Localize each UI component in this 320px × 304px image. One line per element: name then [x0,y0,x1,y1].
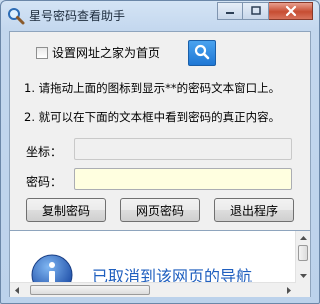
password-field[interactable] [74,168,292,190]
homepage-option[interactable]: 设置网址之家为首页 [36,44,160,61]
vertical-scrollbar[interactable] [295,231,310,283]
magnifier-icon [7,7,25,25]
vertical-scroll-thumb[interactable] [298,245,308,261]
embedded-browser[interactable]: 已取消到该网页的导航 [10,230,310,297]
maximize-icon [250,6,261,15]
finder-drag-handle[interactable] [188,40,216,66]
exit-button[interactable]: 退出程序 [214,198,294,222]
coordinate-label: 坐标： [26,145,63,159]
scrollbar-corner [296,283,310,297]
caption-buttons [217,2,313,20]
password-label: 密码： [26,175,63,189]
window-title: 星号密码查看助手 [29,9,126,23]
minimize-icon [226,12,234,14]
web-password-button[interactable]: 网页密码 [120,198,200,222]
horizontal-scroll-thumb[interactable] [30,285,150,295]
scroll-down-icon[interactable] [296,269,310,283]
scroll-up-icon[interactable] [296,231,310,245]
title-bar[interactable]: 星号密码查看助手 [1,1,319,31]
search-icon [193,43,211,64]
maximize-button[interactable] [243,2,269,20]
close-icon [285,5,296,17]
instruction-step-2: 2. 就可以在下面的文本框中看到密码的真正内容。 [24,110,281,124]
app-window: 星号密码查看助手 设置网址之家为首页 1. 请拖动上面的图标到显示**的密码文本… [0,0,320,304]
copy-password-button[interactable]: 复制密码 [26,198,106,222]
homepage-checkbox[interactable] [36,46,48,59]
close-button[interactable] [269,2,313,20]
coordinate-field[interactable] [74,138,292,160]
scroll-left-icon[interactable] [10,283,24,297]
client-area: 设置网址之家为首页 1. 请拖动上面的图标到显示**的密码文本窗口上。 2. 就… [9,31,311,297]
instruction-step-1: 1. 请拖动上面的图标到显示**的密码文本窗口上。 [24,81,281,95]
homepage-checkbox-label[interactable]: 设置网址之家为首页 [52,44,160,61]
minimize-button[interactable] [217,2,243,20]
horizontal-scrollbar[interactable] [10,282,296,297]
scroll-right-icon[interactable] [282,283,296,297]
